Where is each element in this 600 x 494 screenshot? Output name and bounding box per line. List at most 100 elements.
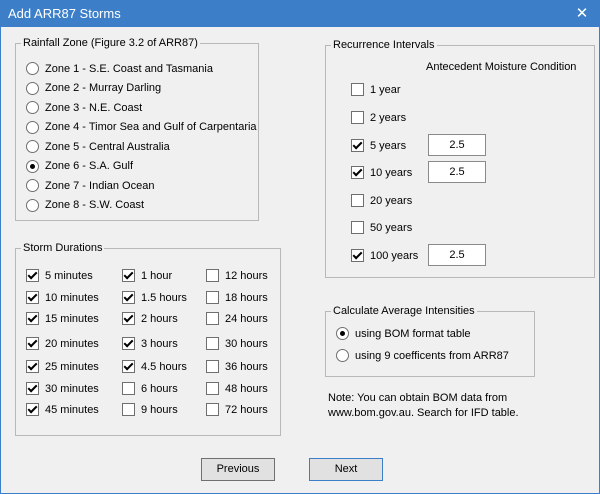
checkbox-checked-icon[interactable] bbox=[26, 312, 39, 325]
checkbox-checked-icon[interactable] bbox=[26, 360, 39, 373]
checkbox-unchecked-icon[interactable] bbox=[206, 291, 219, 304]
recurrence-intervals-legend: Recurrence Intervals bbox=[333, 39, 435, 51]
checkbox-unchecked-icon[interactable] bbox=[351, 221, 364, 234]
checkbox-unchecked-icon[interactable] bbox=[206, 360, 219, 373]
radio-unselected-icon[interactable] bbox=[26, 81, 39, 95]
recurrence-option[interactable]: 5 years bbox=[351, 139, 406, 152]
recurrence-intervals-group: Recurrence Intervals bbox=[325, 39, 595, 278]
duration-option-label: 25 minutes bbox=[45, 360, 99, 373]
checkbox-unchecked-icon[interactable] bbox=[206, 382, 219, 395]
previous-button[interactable]: Previous bbox=[201, 458, 275, 481]
radio-unselected-icon[interactable] bbox=[26, 120, 39, 134]
amc-input[interactable]: 2.5 bbox=[428, 161, 486, 183]
zone-option-6[interactable]: Zone 6 - S.A. Gulf bbox=[26, 159, 133, 173]
recurrence-option[interactable]: 20 years bbox=[351, 194, 412, 207]
checkbox-checked-icon[interactable] bbox=[122, 337, 135, 350]
zone-option-5[interactable]: Zone 5 - Central Australia bbox=[26, 140, 170, 153]
recurrence-option[interactable]: 10 years bbox=[351, 166, 412, 179]
duration-option[interactable]: 15 minutes bbox=[26, 312, 99, 325]
radio-selected-icon[interactable] bbox=[336, 327, 349, 340]
dialog-body: Rainfall Zone (Figure 3.2 of ARR87) Zone… bbox=[1, 27, 599, 493]
checkbox-checked-icon[interactable] bbox=[351, 166, 364, 179]
radio-selected-icon[interactable] bbox=[26, 159, 39, 173]
radio-unselected-icon[interactable] bbox=[336, 349, 349, 362]
rainfall-zone-legend: Rainfall Zone (Figure 3.2 of ARR87) bbox=[23, 37, 198, 49]
checkbox-checked-icon[interactable] bbox=[26, 382, 39, 395]
duration-option[interactable]: 72 hours bbox=[206, 403, 268, 416]
duration-option[interactable]: 5 minutes bbox=[26, 269, 93, 282]
radio-unselected-icon[interactable] bbox=[26, 62, 39, 75]
intensity-option-1[interactable]: using BOM format table bbox=[336, 327, 471, 340]
checkbox-unchecked-icon[interactable] bbox=[351, 194, 364, 207]
recurrence-option[interactable]: 1 year bbox=[351, 83, 401, 96]
intensity-option-1-label: using BOM format table bbox=[355, 327, 471, 340]
checkbox-checked-icon[interactable] bbox=[122, 360, 135, 373]
recurrence-option[interactable]: 50 years bbox=[351, 221, 412, 234]
checkbox-checked-icon[interactable] bbox=[122, 312, 135, 325]
close-icon[interactable]: ✕ bbox=[565, 1, 599, 27]
recurrence-option[interactable]: 100 years bbox=[351, 249, 418, 262]
radio-unselected-icon[interactable] bbox=[26, 198, 39, 212]
zone-option-1[interactable]: Zone 1 - S.E. Coast and Tasmania bbox=[26, 62, 213, 75]
zone-option-5-label: Zone 5 - Central Australia bbox=[45, 140, 170, 153]
checkbox-checked-icon[interactable] bbox=[122, 269, 135, 282]
duration-option-label: 24 hours bbox=[225, 312, 268, 325]
checkbox-unchecked-icon[interactable] bbox=[122, 382, 135, 395]
duration-option[interactable]: 30 minutes bbox=[26, 382, 99, 395]
duration-option[interactable]: 18 hours bbox=[206, 291, 268, 304]
amc-header: Antecedent Moisture Condition bbox=[426, 61, 577, 73]
duration-option[interactable]: 25 minutes bbox=[26, 360, 99, 373]
note-line-2: www.bom.gov.au. Search for IFD table. bbox=[328, 407, 519, 419]
zone-option-8[interactable]: Zone 8 - S.W. Coast bbox=[26, 198, 144, 212]
amc-input[interactable]: 2.5 bbox=[428, 244, 486, 266]
duration-option[interactable]: 1 hour bbox=[122, 269, 172, 282]
zone-option-2-label: Zone 2 - Murray Darling bbox=[45, 82, 162, 94]
checkbox-unchecked-icon[interactable] bbox=[206, 337, 219, 350]
duration-option[interactable]: 48 hours bbox=[206, 382, 268, 395]
duration-option-label: 1 hour bbox=[141, 269, 173, 282]
recurrence-option-label: 10 years bbox=[370, 166, 413, 179]
zone-option-2[interactable]: Zone 2 - Murray Darling bbox=[26, 81, 162, 95]
checkbox-checked-icon[interactable] bbox=[122, 291, 135, 304]
checkbox-unchecked-icon[interactable] bbox=[351, 111, 364, 124]
duration-option[interactable]: 30 hours bbox=[206, 337, 268, 350]
radio-unselected-icon[interactable] bbox=[26, 101, 39, 114]
duration-option[interactable]: 24 hours bbox=[206, 312, 268, 325]
duration-option[interactable]: 3 hours bbox=[122, 337, 178, 350]
amc-input[interactable]: 2.5 bbox=[428, 134, 486, 156]
zone-option-4[interactable]: Zone 4 - Timor Sea and Gulf of Carpentar… bbox=[26, 120, 257, 134]
duration-option[interactable]: 4.5 hours bbox=[122, 360, 187, 373]
radio-unselected-icon[interactable] bbox=[26, 140, 39, 153]
duration-option[interactable]: 9 hours bbox=[122, 403, 178, 416]
checkbox-unchecked-icon[interactable] bbox=[351, 83, 364, 96]
duration-option[interactable]: 2 hours bbox=[122, 312, 178, 325]
duration-option[interactable]: 45 minutes bbox=[26, 403, 99, 416]
duration-option[interactable]: 1.5 hours bbox=[122, 291, 187, 304]
checkbox-checked-icon[interactable] bbox=[26, 403, 39, 416]
next-button[interactable]: Next bbox=[309, 458, 383, 481]
duration-option[interactable]: 12 hours bbox=[206, 269, 268, 282]
zone-option-4-label: Zone 4 - Timor Sea and Gulf of Carpentar… bbox=[45, 121, 257, 133]
duration-option-label: 10 minutes bbox=[45, 291, 99, 304]
checkbox-unchecked-icon[interactable] bbox=[206, 269, 219, 282]
duration-option[interactable]: 36 hours bbox=[206, 360, 268, 373]
checkbox-checked-icon[interactable] bbox=[351, 139, 364, 152]
checkbox-unchecked-icon[interactable] bbox=[206, 312, 219, 325]
duration-option[interactable]: 20 minutes bbox=[26, 337, 99, 350]
duration-option[interactable]: 6 hours bbox=[122, 382, 178, 395]
checkbox-unchecked-icon[interactable] bbox=[122, 403, 135, 416]
zone-option-7[interactable]: Zone 7 - Indian Ocean bbox=[26, 179, 154, 192]
checkbox-unchecked-icon[interactable] bbox=[206, 403, 219, 416]
recurrence-option[interactable]: 2 years bbox=[351, 111, 406, 124]
duration-option-label: 30 hours bbox=[225, 337, 268, 350]
duration-option-label: 48 hours bbox=[225, 382, 268, 395]
duration-option[interactable]: 10 minutes bbox=[26, 291, 99, 304]
intensity-option-2[interactable]: using 9 coefficents from ARR87 bbox=[336, 349, 509, 362]
window-title: Add ARR87 Storms bbox=[8, 6, 121, 21]
checkbox-checked-icon[interactable] bbox=[26, 269, 39, 282]
zone-option-3[interactable]: Zone 3 - N.E. Coast bbox=[26, 101, 142, 114]
checkbox-checked-icon[interactable] bbox=[351, 249, 364, 262]
radio-unselected-icon[interactable] bbox=[26, 179, 39, 192]
checkbox-checked-icon[interactable] bbox=[26, 291, 39, 304]
checkbox-checked-icon[interactable] bbox=[26, 337, 39, 350]
